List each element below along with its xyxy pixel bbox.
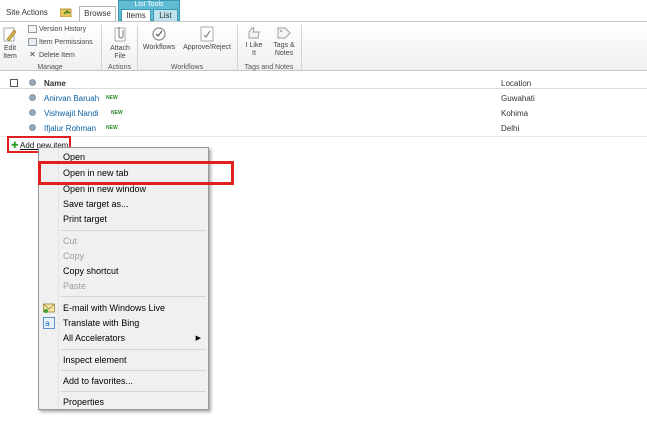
version-history-label: Version History [39,26,87,33]
approve-reject-label: Approve/Reject [183,44,231,51]
new-badge: NEW [111,110,123,116]
menu-item-cut: Cut [39,234,208,248]
menu-item-label: Cut [63,236,78,246]
bing-translate-icon: a [43,317,55,329]
menu-item-label: Open in new window [63,184,147,194]
menu-separator [61,391,206,392]
group-label-manage: Manage [37,64,63,71]
tags-notes-label: Tags & Notes [273,42,295,57]
thumbs-up-icon [248,27,260,39]
menu-separator [61,370,206,371]
menu-item-save-target[interactable]: Save target as... [39,197,208,211]
menu-item-label: Properties [63,397,105,407]
menu-item-paste: Paste [39,279,208,293]
item-name-link[interactable]: Anirvan Baruah [44,94,99,103]
top-tab-bar: Site Actions Browse List Tools Items Lis… [0,0,647,21]
approve-reject-button[interactable]: Approve/Reject [180,26,234,52]
delete-item-button[interactable]: ✕ Delete Item [28,51,75,60]
workflows-button[interactable]: Workflows [140,26,178,52]
column-header-location[interactable]: Location [501,79,531,88]
version-history-icon [28,25,37,34]
menu-item-inspect-element[interactable]: Inspect element [39,353,208,367]
type-column-icon [29,79,36,86]
menu-item-label: Copy [63,251,85,261]
list-tools-label: List Tools [134,1,164,8]
paperclip-icon [114,27,126,42]
tab-list[interactable]: List [153,9,178,21]
menu-item-all-accelerators[interactable]: All Accelerators ▶ [39,331,208,345]
select-all-checkbox[interactable] [10,79,18,87]
workflows-icon [152,27,166,41]
item-icon [29,109,36,116]
item-location: Kohima [501,109,529,118]
item-location: Guwahati [501,94,535,103]
ribbon-separator [301,25,302,70]
menu-item-label: E-mail with Windows Live [63,303,166,313]
ribbon: Edit Item Version History Item Permissio… [0,21,647,71]
menu-item-add-favorites[interactable]: Add to favorites... [39,374,208,388]
attach-file-label: Attach File [110,45,130,60]
menu-item-label: Translate with Bing [63,318,140,328]
svg-text:a: a [45,319,50,328]
menu-item-properties[interactable]: Properties [39,395,208,409]
item-permissions-label: Item Permissions [39,39,93,46]
i-like-it-button[interactable]: I Like It [241,26,267,58]
item-name-link[interactable]: Ifjalur Rohman [44,124,96,133]
list-header: Name Location [0,75,647,89]
tags-notes-button[interactable]: Tags & Notes [270,26,298,58]
group-label-workflows: Workflows [170,64,204,71]
menu-item-label: Print target [63,214,108,224]
version-history-button[interactable]: Version History [28,25,86,34]
menu-item-label: Copy shortcut [63,266,119,276]
menu-item-translate-bing[interactable]: a Translate with Bing [39,316,208,330]
navigate-up-icon[interactable] [60,7,72,17]
menu-item-copy: Copy [39,249,208,263]
group-label-tags-notes: Tags and Notes [244,64,294,71]
edit-item-label: Edit Item [3,45,17,60]
workflows-label: Workflows [142,44,176,51]
menu-item-label: Paste [63,281,87,291]
edit-item-icon [3,27,17,42]
menu-item-print-target[interactable]: Print target [39,212,208,226]
new-badge: NEW [106,95,118,101]
list-divider [0,136,647,137]
delete-item-label: Delete Item [39,52,75,59]
highlight-annotation [38,161,234,185]
menu-separator [61,296,206,297]
menu-item-copy-shortcut[interactable]: Copy shortcut [39,264,208,278]
menu-separator [61,349,206,350]
column-header-name[interactable]: Name [44,79,66,88]
table-row[interactable]: Anirvan Baruah NEW Guwahati [0,91,647,106]
delete-x-icon: ✕ [29,50,36,60]
item-icon [29,124,36,131]
item-permissions-button[interactable]: Item Permissions [28,38,93,47]
menu-item-label: Add to favorites... [63,376,134,386]
table-row[interactable]: Ifjalur Rohman NEW Delhi [0,121,647,136]
approve-reject-icon [200,26,214,42]
menu-item-label: All Accelerators [63,333,126,343]
i-like-it-label: I Like It [245,42,263,57]
add-plus-icon: ✚ [11,140,19,150]
context-menu: Open Open in new tab Open in new window … [38,147,209,410]
tab-items[interactable]: Items [121,9,151,21]
item-icon [29,94,36,101]
item-location: Delhi [501,124,520,133]
edit-item-button[interactable]: Edit Item [1,27,19,61]
menu-item-label: Save target as... [63,199,129,209]
group-label-actions: Actions [108,64,131,71]
table-row[interactable]: Vishwajit Nandi NEW Kohima [0,106,647,121]
attach-file-button[interactable]: Attach File [107,26,133,61]
tag-icon [277,27,291,39]
site-actions-menu[interactable]: Site Actions [6,8,48,17]
windows-live-mail-icon [43,303,55,313]
menu-separator [61,230,206,231]
menu-item-label: Inspect element [63,355,127,365]
tab-browse[interactable]: Browse [79,6,116,21]
new-badge: NEW [106,125,118,131]
menu-item-email-live[interactable]: E-mail with Windows Live [39,301,208,315]
item-name-link[interactable]: Vishwajit Nandi [44,109,99,118]
submenu-arrow-icon: ▶ [195,335,201,342]
item-permissions-icon [28,38,37,47]
